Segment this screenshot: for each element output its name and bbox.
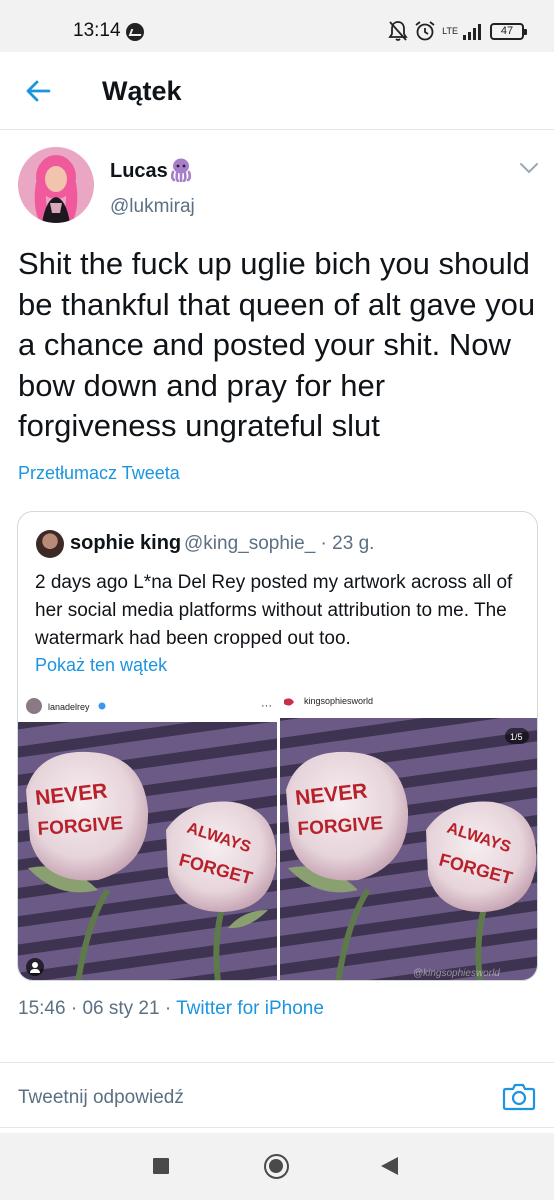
quoted-author-name: sophie king	[70, 532, 182, 554]
messenger-icon	[126, 23, 144, 41]
quoted-author-handle: @king_sophie_ · 23 g.	[184, 533, 375, 554]
signal-icon	[463, 24, 481, 40]
back-triangle-icon[interactable]	[381, 1157, 398, 1175]
avatar[interactable]	[18, 147, 94, 223]
octopus-emoji	[170, 158, 192, 182]
home-icon[interactable]	[264, 1154, 289, 1179]
status-icons: LTE 47	[388, 18, 527, 44]
right-instagram-post: kingsophiesworld 1/5 NEVER FORGIVE ALWAY…	[280, 690, 537, 980]
status-time: 13:14	[73, 20, 121, 41]
chevron-down-icon[interactable]	[518, 160, 540, 176]
media-counter: 1/5	[510, 732, 523, 742]
show-thread-link[interactable]: Pokaż ten wątek	[35, 655, 167, 676]
watermark-text: @kingsophiesworld	[413, 968, 500, 979]
author-name[interactable]: Lucas	[110, 160, 168, 183]
tweet-text: Shit the fuck up uglie bich you should b…	[18, 246, 536, 443]
tweet-meta: 15:46 · 06 sty 21 · Twitter for iPhone	[18, 998, 324, 1019]
top-app-bar: Wątek	[0, 52, 554, 130]
divider	[0, 1127, 554, 1128]
page-title: Wątek	[102, 76, 182, 106]
tweet-date: 06 sty 21	[82, 998, 160, 1019]
reply-input[interactable]: Tweetnij odpowiedź	[18, 1087, 184, 1109]
tweet-source-link[interactable]: Twitter for iPhone	[176, 998, 324, 1019]
author-handle[interactable]: @lukmiraj	[110, 196, 195, 218]
person-tag-icon[interactable]	[26, 958, 44, 976]
quoted-media-image[interactable]: lanadelrey ··· NEVER FORGIVE ALWAYS FORG…	[18, 690, 537, 980]
arrow-left-icon[interactable]	[22, 74, 56, 108]
system-nav-bar	[0, 1133, 554, 1200]
divider	[0, 1062, 554, 1063]
tweet-time: 15:46	[18, 998, 66, 1019]
left-instagram-post: lanadelrey ··· NEVER FORGIVE ALWAYS FORG…	[18, 690, 277, 980]
battery-icon: 47	[490, 22, 527, 40]
right-account-label: kingsophiesworld	[304, 696, 373, 706]
svg-text:···: ···	[261, 700, 272, 712]
recents-icon[interactable]	[153, 1158, 169, 1174]
network-label: LTE	[442, 25, 458, 36]
quoted-tweet-text: 2 days ago L*na Del Rey posted my artwor…	[35, 572, 513, 649]
camera-icon[interactable]	[502, 1081, 536, 1111]
quoted-tweet[interactable]: sophie king @king_sophie_ · 23 g. 2 days…	[17, 511, 538, 981]
alarm-icon	[415, 21, 435, 41]
translate-tweet-link[interactable]: Przetłumacz Tweeta	[18, 463, 180, 484]
status-bar: 13:14 LTE 47	[0, 0, 554, 52]
left-account-label: lanadelrey	[48, 702, 90, 712]
quoted-avatar	[36, 530, 64, 558]
bell-off-icon	[388, 21, 408, 41]
